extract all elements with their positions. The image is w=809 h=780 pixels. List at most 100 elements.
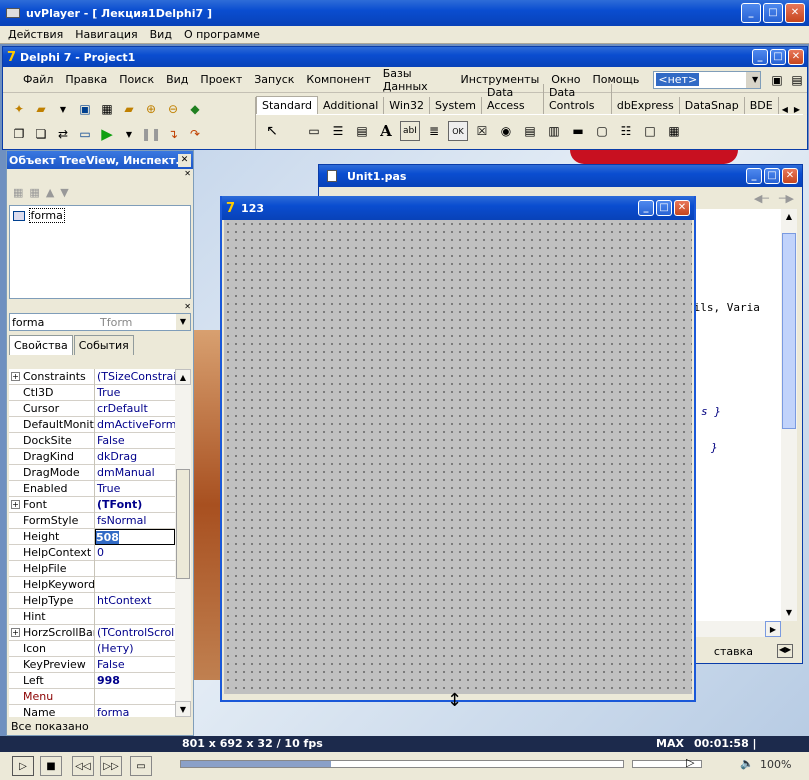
open-icon[interactable]: ▰ bbox=[31, 99, 51, 119]
save-all-icon[interactable]: ▦ bbox=[97, 99, 117, 119]
save-icon[interactable]: ▣ bbox=[75, 99, 95, 119]
popupmenu-icon[interactable]: ▤ bbox=[352, 121, 372, 141]
add-item-icon[interactable]: ▦ bbox=[13, 186, 23, 199]
inspector-close-icon[interactable]: ✕ bbox=[178, 153, 191, 167]
property-value[interactable]: (TControlScrollB bbox=[95, 625, 175, 640]
property-row[interactable]: DockSite False bbox=[9, 432, 175, 449]
dropdown-icon[interactable]: ▼ bbox=[53, 99, 73, 119]
palette-scroll-right-icon[interactable]: ▶ bbox=[791, 105, 803, 114]
palette-scroll-left-icon[interactable]: ◀ bbox=[779, 105, 791, 114]
palette-tab-system[interactable]: System bbox=[430, 97, 482, 114]
property-row[interactable]: HelpFile bbox=[9, 560, 175, 577]
property-value[interactable]: (TSizeConstrain bbox=[95, 369, 175, 384]
chevron-down-icon[interactable]: ▼ bbox=[176, 314, 190, 330]
property-row[interactable]: Hint bbox=[9, 608, 175, 625]
view-unit-icon[interactable]: ❐ bbox=[9, 124, 29, 144]
property-row[interactable]: Name forma bbox=[9, 704, 175, 717]
treeview-close-icon[interactable]: ✕ bbox=[184, 169, 191, 179]
property-row[interactable]: +HorzScrollBar(TControlScrollB bbox=[9, 624, 175, 641]
property-value[interactable]: (TFont) bbox=[95, 497, 175, 512]
delphi-maximize-icon[interactable]: □ bbox=[770, 49, 786, 65]
scroll-thumb[interactable] bbox=[176, 469, 190, 579]
add-file-icon[interactable]: ⊕ bbox=[141, 99, 161, 119]
mainmenu-icon[interactable]: ☰ bbox=[328, 121, 348, 141]
player-menu-about[interactable]: О программе bbox=[178, 28, 266, 41]
seek-bar[interactable] bbox=[180, 760, 624, 768]
menu-database[interactable]: Базы Данных bbox=[377, 67, 455, 93]
radiobutton-icon[interactable]: ◉ bbox=[496, 121, 516, 141]
property-row[interactable]: + Font (TFont) bbox=[9, 496, 175, 513]
property-row[interactable]: Enabled True bbox=[9, 480, 175, 497]
property-grid[interactable]: + Constraints (TSizeConstrain Ctl3D True Curs… bbox=[9, 369, 175, 717]
memo-icon[interactable]: ≣ bbox=[424, 121, 444, 141]
open-project-icon[interactable]: ▰ bbox=[119, 99, 139, 119]
editor-vscroll[interactable]: ▲ ▼ bbox=[781, 209, 797, 621]
property-row[interactable]: Height 508 bbox=[9, 528, 175, 545]
new-form-icon[interactable]: ▭ bbox=[75, 124, 95, 144]
property-value[interactable]: dmManual bbox=[95, 465, 175, 480]
property-value[interactable]: htContext bbox=[95, 593, 175, 608]
tab-events[interactable]: События bbox=[73, 335, 134, 355]
move-down-icon[interactable]: ▼ bbox=[60, 186, 68, 199]
property-value[interactable]: False bbox=[95, 657, 175, 672]
property-row[interactable]: Menu bbox=[9, 688, 175, 705]
property-value[interactable]: False bbox=[95, 433, 175, 448]
player-menu-actions[interactable]: Действия bbox=[0, 28, 69, 41]
stop-button[interactable]: ■ bbox=[40, 756, 62, 776]
property-row[interactable]: FormStyle fsNormal bbox=[9, 512, 175, 529]
inspector-pane-close-icon[interactable]: ✕ bbox=[184, 302, 191, 311]
combobox-icon[interactable]: ▥ bbox=[544, 121, 564, 141]
property-row[interactable]: DefaultMonitordmActiveForm bbox=[9, 416, 175, 433]
property-value[interactable]: crDefault bbox=[95, 401, 175, 416]
menu-search[interactable]: Поиск bbox=[113, 73, 160, 86]
palette-tab-additional[interactable]: Additional bbox=[318, 97, 385, 114]
tab-properties[interactable]: Свойства bbox=[9, 335, 73, 355]
palette-tab-bde[interactable]: BDE bbox=[745, 97, 779, 114]
minimize-icon[interactable]: _ bbox=[741, 3, 761, 23]
rewind-button[interactable]: ◁◁ bbox=[72, 756, 94, 776]
menu-view[interactable]: Вид bbox=[160, 73, 194, 86]
label-icon[interactable]: A bbox=[376, 121, 396, 141]
delphi-minimize-icon[interactable]: _ bbox=[752, 49, 768, 65]
expand-icon[interactable]: + bbox=[11, 627, 20, 637]
menu-component[interactable]: Компонент bbox=[300, 73, 376, 86]
property-value[interactable]: True bbox=[95, 481, 175, 496]
property-value[interactable]: dmActiveForm bbox=[95, 417, 175, 432]
forward-button[interactable]: ▷▷ bbox=[100, 756, 122, 776]
actionlist-icon[interactable]: ▦ bbox=[664, 121, 684, 141]
expand-icon[interactable]: + bbox=[11, 371, 20, 381]
trace-into-icon[interactable]: ↴ bbox=[163, 124, 183, 144]
palette-tab-datasnap[interactable]: DataSnap bbox=[680, 97, 745, 114]
new-icon[interactable]: ✦ bbox=[9, 99, 29, 119]
editor-close-icon[interactable]: ✕ bbox=[782, 168, 798, 184]
volume-icon[interactable]: 🔈 bbox=[740, 757, 754, 770]
property-row[interactable]: HelpType htContext bbox=[9, 592, 175, 609]
property-value[interactable]: True bbox=[95, 385, 175, 400]
desktop-set-icon[interactable]: ▤ bbox=[787, 70, 807, 90]
property-value[interactable]: forma bbox=[95, 705, 175, 717]
edit-icon[interactable]: abI bbox=[400, 121, 420, 141]
pointer-icon[interactable]: ↖ bbox=[262, 121, 282, 141]
delete-item-icon[interactable]: ▦ bbox=[29, 186, 39, 199]
player-menu-view[interactable]: Вид bbox=[144, 28, 178, 41]
property-value[interactable]: (Нету) bbox=[95, 641, 175, 656]
form-maximize-icon[interactable]: □ bbox=[656, 200, 672, 216]
property-row[interactable]: HelpKeyword bbox=[9, 576, 175, 593]
pause-icon[interactable]: ❚❚ bbox=[141, 124, 161, 144]
run-dropdown-icon[interactable]: ▼ bbox=[119, 124, 139, 144]
play-button[interactable]: ▷ bbox=[12, 756, 34, 776]
property-value[interactable]: dkDrag bbox=[95, 449, 175, 464]
form-minimize-icon[interactable]: _ bbox=[638, 200, 654, 216]
expand-icon[interactable]: + bbox=[11, 499, 20, 509]
toggle-form-unit-icon[interactable]: ⇄ bbox=[53, 124, 73, 144]
frames-icon[interactable]: ▭ bbox=[304, 121, 324, 141]
screen-button[interactable]: ▭ bbox=[130, 756, 152, 776]
run-icon[interactable]: ▶ bbox=[97, 124, 117, 144]
step-over-icon[interactable]: ↷ bbox=[185, 124, 205, 144]
tree-item-forma[interactable]: forma bbox=[28, 208, 65, 223]
palette-tab-data-access[interactable]: Data Access bbox=[482, 84, 544, 114]
view-form-icon[interactable]: ❏ bbox=[31, 124, 51, 144]
menu-project[interactable]: Проект bbox=[194, 73, 248, 86]
forward-arrow-icon[interactable]: ─▶ bbox=[779, 192, 794, 205]
property-value[interactable]: 0 bbox=[95, 545, 175, 560]
